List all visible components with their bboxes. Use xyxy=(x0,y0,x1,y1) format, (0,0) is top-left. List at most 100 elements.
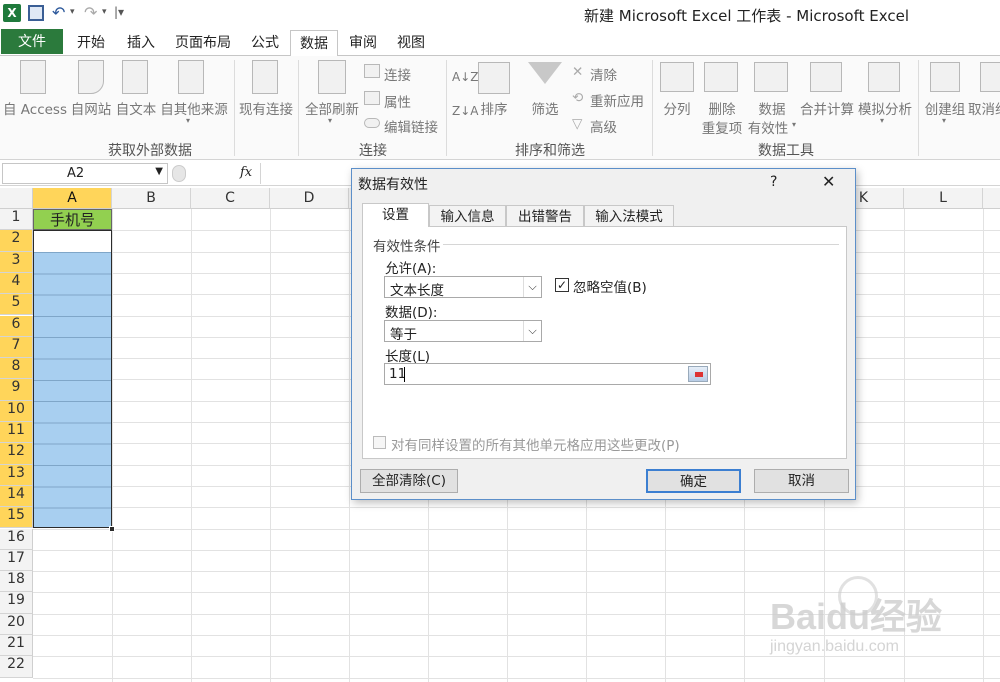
reapply-button[interactable]: 重新应用 xyxy=(590,90,644,110)
tab-settings[interactable]: 设置 xyxy=(362,203,429,227)
column-header[interactable]: L xyxy=(904,188,983,209)
chevron-down-icon[interactable]: ▼ xyxy=(155,166,163,177)
ok-button[interactable]: 确定 xyxy=(646,469,741,493)
row-header[interactable]: 13 xyxy=(0,464,33,486)
row-header[interactable]: 22 xyxy=(0,656,33,678)
tab-input-message[interactable]: 输入信息 xyxy=(429,205,506,227)
row-header[interactable]: 3 xyxy=(0,251,33,273)
save-icon[interactable] xyxy=(28,5,44,21)
data-operator-value: 等于 xyxy=(390,327,417,343)
row-header[interactable]: 8 xyxy=(0,358,33,380)
connections-button[interactable]: 连接 xyxy=(384,64,411,84)
row-header[interactable]: 18 xyxy=(0,571,33,593)
advanced-button[interactable]: 高级 xyxy=(590,116,617,136)
row-header[interactable]: 20 xyxy=(0,613,33,635)
remove-duplicates-button[interactable]: 删除 xyxy=(700,98,744,118)
tab-page-layout[interactable]: 页面布局 xyxy=(166,30,240,56)
chevron-down-icon[interactable]: ⌵ xyxy=(523,277,541,297)
row-header[interactable]: 14 xyxy=(0,485,33,508)
data-validation-label: 有效性 xyxy=(747,121,789,137)
apply-all-checkbox[interactable] xyxy=(373,436,386,449)
length-input[interactable]: 11 xyxy=(384,363,711,385)
text-to-columns-button[interactable]: 分列 xyxy=(660,98,694,118)
tab-data[interactable]: 数据 xyxy=(290,30,338,57)
from-text-button[interactable]: 自文本 xyxy=(114,98,158,118)
column-header[interactable]: A xyxy=(33,188,112,209)
row-header[interactable]: 5 xyxy=(0,294,33,316)
ignore-blank-label[interactable]: 忽略空值(B) xyxy=(573,276,647,296)
tab-home[interactable]: 开始 xyxy=(66,30,116,56)
customize-qat-button[interactable]: |▾ xyxy=(114,5,124,19)
ribbon-separator xyxy=(298,60,299,156)
group-button[interactable]: 创建组 xyxy=(922,98,968,118)
row-header[interactable]: 11 xyxy=(0,422,33,444)
from-web-button[interactable]: 自网站 xyxy=(68,98,114,118)
close-icon[interactable]: ✕ xyxy=(822,172,835,191)
row-header[interactable]: 6 xyxy=(0,315,33,337)
properties-button[interactable]: 属性 xyxy=(384,91,411,111)
row-header[interactable]: 17 xyxy=(0,549,33,572)
select-all-corner[interactable] xyxy=(0,188,33,209)
row-header[interactable]: 7 xyxy=(0,336,33,359)
row-header[interactable]: 21 xyxy=(0,635,33,657)
undo-dropdown-icon[interactable]: ▾ xyxy=(70,7,75,17)
column-header[interactable]: B xyxy=(112,188,191,209)
splitter-handle[interactable] xyxy=(172,165,186,182)
row-header[interactable]: 1 xyxy=(0,209,33,231)
what-if-button[interactable]: 模拟分析 xyxy=(856,98,914,118)
sort-descending-icon[interactable]: Z↓A xyxy=(452,104,478,118)
row-header[interactable]: 10 xyxy=(0,400,33,422)
data-validation-button[interactable]: 数据 xyxy=(750,98,794,118)
column-header[interactable]: C xyxy=(191,188,270,209)
data-operator-select[interactable]: 等于 ⌵ xyxy=(384,320,542,343)
redo-dropdown-icon[interactable]: ▾ xyxy=(102,7,107,17)
sort-ascending-icon[interactable]: A↓Z xyxy=(452,70,478,84)
from-access-button[interactable]: 自 Access xyxy=(2,98,68,118)
tab-ime-mode[interactable]: 输入法模式 xyxy=(584,205,674,227)
refresh-all-button[interactable]: 全部刷新 xyxy=(302,98,362,118)
column-header-strip xyxy=(983,188,1000,209)
row-header[interactable]: 15 xyxy=(0,507,33,529)
help-button[interactable]: ? xyxy=(770,174,777,190)
row-header[interactable]: 16 xyxy=(0,528,33,550)
existing-connections-button[interactable]: 现有连接 xyxy=(236,98,296,118)
fill-handle[interactable] xyxy=(109,525,115,532)
clear-button[interactable]: 清除 xyxy=(590,64,617,84)
tab-review[interactable]: 审阅 xyxy=(340,30,386,56)
chevron-down-icon: ▾ xyxy=(942,116,947,125)
column-header[interactable]: D xyxy=(270,188,349,209)
row-header[interactable]: 12 xyxy=(0,443,33,465)
range-selector-icon[interactable] xyxy=(688,366,708,382)
what-if-icon xyxy=(868,62,900,92)
reapply-icon: ⟲ xyxy=(572,90,584,106)
row-header[interactable]: 19 xyxy=(0,592,33,614)
clear-icon: ✕ xyxy=(572,64,584,80)
tab-view[interactable]: 视图 xyxy=(388,30,434,56)
tab-formulas[interactable]: 公式 xyxy=(242,30,288,56)
from-other-sources-button[interactable]: 自其他来源 xyxy=(158,98,230,118)
consolidate-button[interactable]: 合并计算 xyxy=(798,98,856,118)
row-header[interactable]: 9 xyxy=(0,379,33,401)
row-header[interactable]: 4 xyxy=(0,272,33,295)
apply-all-label[interactable]: 对有同样设置的所有其他单元格应用这些更改(P) xyxy=(391,434,680,454)
tab-insert[interactable]: 插入 xyxy=(116,30,166,56)
cancel-button[interactable]: 取消 xyxy=(754,469,849,493)
chevron-down-icon[interactable]: ⌵ xyxy=(523,321,541,341)
redo-icon[interactable]: ↷ xyxy=(84,3,97,22)
tab-error-alert[interactable]: 出错警告 xyxy=(506,205,584,227)
cell-a1[interactable]: 手机号 xyxy=(33,209,112,231)
row-header[interactable]: 2 xyxy=(0,230,33,252)
filter-button[interactable]: 筛选 xyxy=(526,98,564,118)
edit-links-button[interactable]: 编辑链接 xyxy=(384,116,438,136)
allow-select[interactable]: 文本长度 ⌵ xyxy=(384,276,542,299)
name-box[interactable]: A2 ▼ xyxy=(2,163,168,184)
tab-file[interactable]: 文件 xyxy=(1,29,63,54)
ungroup-button[interactable]: 取消组 xyxy=(968,98,1000,118)
insert-function-icon[interactable]: fx xyxy=(240,165,252,180)
sort-button[interactable]: 排序 xyxy=(476,98,512,118)
excel-logo-icon[interactable]: X xyxy=(3,4,21,22)
undo-icon[interactable]: ↶ xyxy=(52,3,65,22)
clear-all-button[interactable]: 全部清除(C) xyxy=(360,469,458,493)
ignore-blank-checkbox[interactable]: ✓ xyxy=(555,278,569,292)
active-cell-a2[interactable] xyxy=(34,231,111,252)
